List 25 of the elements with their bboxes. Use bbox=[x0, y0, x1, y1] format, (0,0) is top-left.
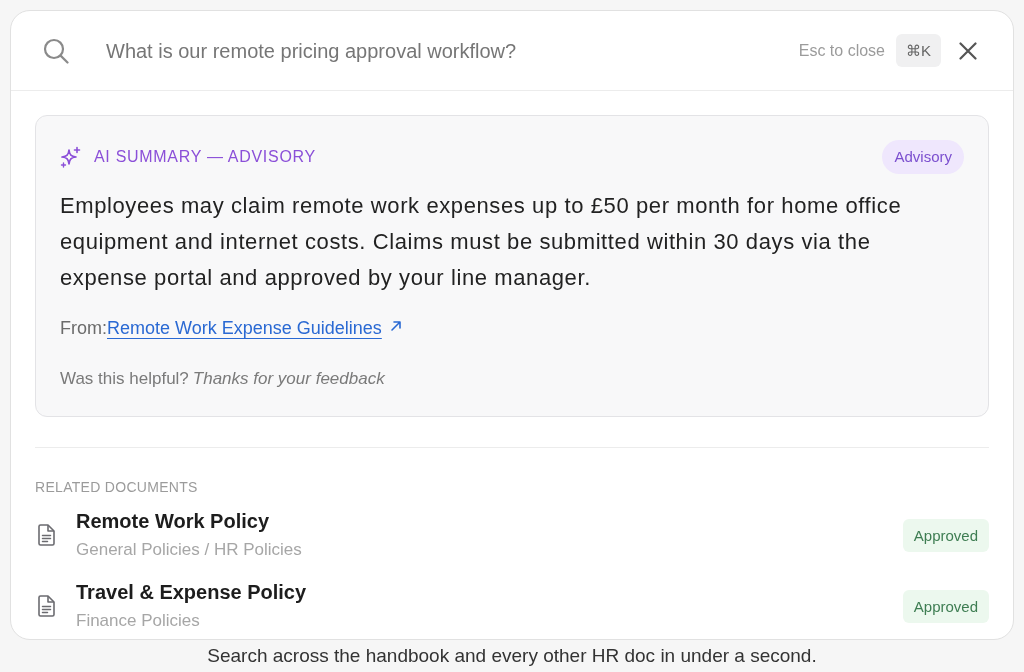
close-button[interactable] bbox=[959, 41, 977, 60]
document-icon bbox=[37, 595, 55, 617]
search-icon bbox=[43, 37, 69, 64]
arrow-up-right-icon bbox=[389, 320, 402, 332]
document-path: Finance Policies bbox=[76, 610, 201, 632]
document-title[interactable]: Travel & Expense Policy bbox=[76, 579, 903, 605]
section-heading: RELATED DOCUMENTS bbox=[35, 478, 199, 496]
caption-text: Search across the handbook and every other HR doc in under a second. bbox=[207, 643, 817, 668]
feedback-question: Was this helpful? bbox=[60, 368, 189, 390]
close-icon bbox=[959, 41, 977, 60]
summary-heading: AI SUMMARY — ADVISORY bbox=[94, 147, 316, 167]
document-icon bbox=[37, 524, 55, 546]
document-title[interactable]: Remote Work Policy bbox=[76, 508, 903, 534]
shortcut-key: ⌘K bbox=[896, 34, 941, 67]
status-badge: Approved bbox=[902, 518, 989, 552]
close-hint: Esc to close bbox=[798, 40, 885, 61]
document-path: General Policies / HR Policies bbox=[76, 539, 303, 561]
sparkle-icon bbox=[60, 146, 82, 168]
feedback-response: Thanks for your feedback bbox=[192, 368, 385, 390]
status-badge: Approved bbox=[902, 589, 989, 623]
source-label: From: bbox=[60, 317, 107, 340]
search-field[interactable]: What is our remote pricing approval workflow? bbox=[106, 35, 799, 66]
source-link[interactable]: Remote Work Expense Guidelines bbox=[107, 316, 402, 340]
summary-text: Employees may claim remote work expenses up to £50 per month for home office equipment and internet costs. Claims must be submitted within 30 days via the expense portal and approved by your line manager. bbox=[60, 192, 903, 292]
advisory-badge: Advisory bbox=[882, 140, 964, 174]
